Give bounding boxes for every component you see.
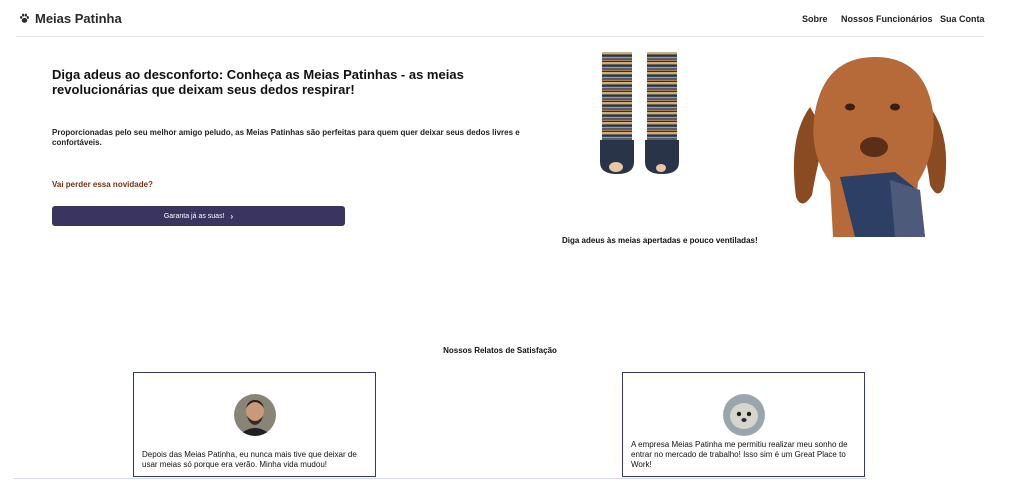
socks-photo <box>600 52 679 174</box>
cta-button-label: Garanta já as suas! <box>163 212 225 220</box>
testimonial-text: A empresa Meias Patinha me permitiu real… <box>631 440 848 469</box>
dog-photo <box>793 57 947 237</box>
cta-question: Vai perder essa novidade? <box>52 180 153 189</box>
hero-subtitle: Proporcionadas pelo seu melhor amigo pel… <box>52 128 520 147</box>
nav-divider <box>16 36 984 37</box>
nav-link-conta[interactable]: Sua Conta <box>940 14 985 24</box>
nav-link-funcionarios[interactable]: Nossos Funcionários <box>841 14 933 24</box>
testimonial-text: Depois das Meias Patinha, eu nunca mais … <box>142 450 357 469</box>
brand[interactable]: Meias Patinha <box>19 11 122 26</box>
brand-name: Meias Patinha <box>35 11 122 26</box>
cta-button[interactable]: Garanta já as suas! › <box>52 206 345 226</box>
nav-link-sobre[interactable]: Sobre <box>802 14 828 24</box>
paw-icon <box>20 13 29 23</box>
testimonial-card: Depois das Meias Patinha, eu nunca mais … <box>133 372 376 477</box>
top-nav: Meias Patinha Sobre Nossos Funcionários … <box>0 0 1024 38</box>
bottom-divider <box>14 478 867 479</box>
testimonials-title: Nossos Relatos de Satisfação <box>443 346 557 355</box>
avatar <box>722 394 765 436</box>
hero-caption: Diga adeus às meias apertadas e pouco ve… <box>562 236 758 245</box>
hero-title: Diga adeus ao desconforto: Conheça as Me… <box>52 67 464 97</box>
chevron-right-icon: › <box>230 211 234 221</box>
testimonial-card: A empresa Meias Patinha me permitiu real… <box>622 372 865 477</box>
avatar <box>233 394 276 436</box>
